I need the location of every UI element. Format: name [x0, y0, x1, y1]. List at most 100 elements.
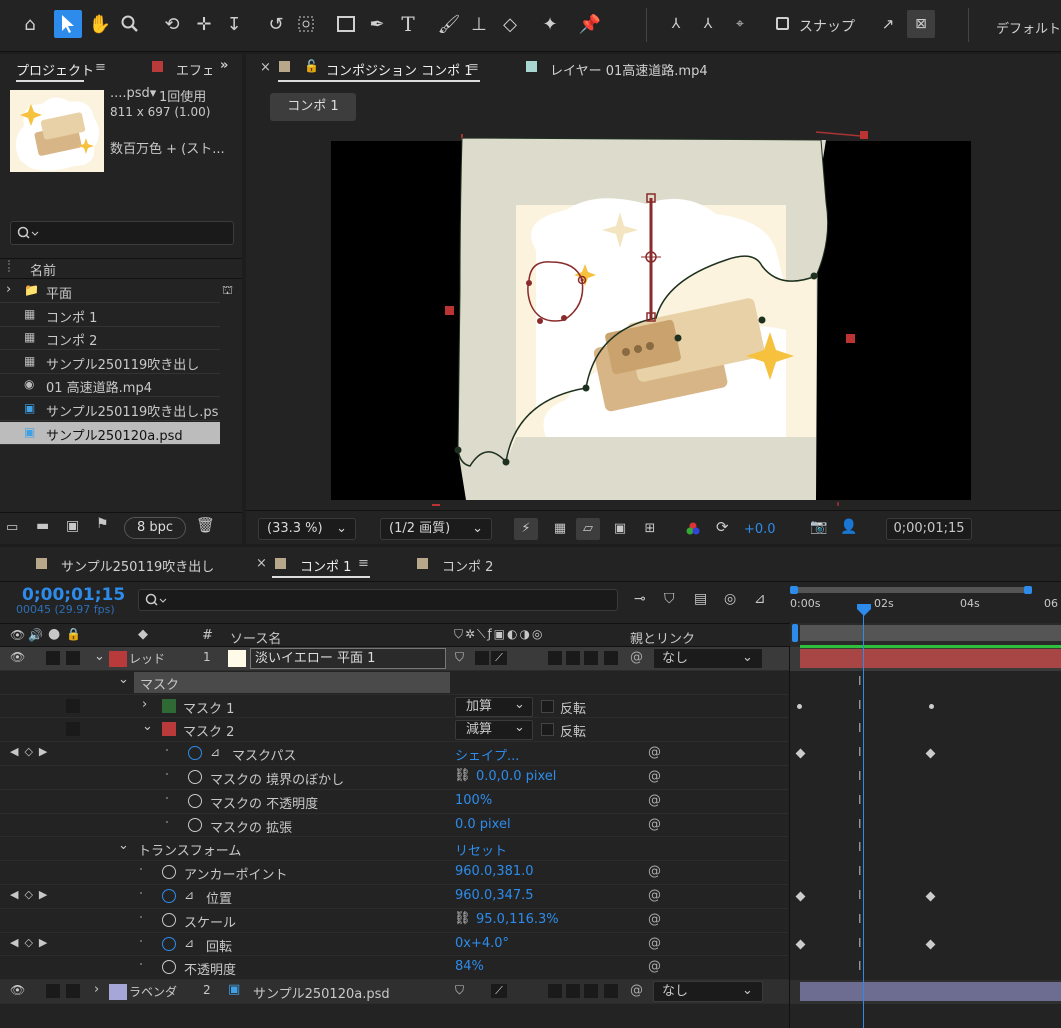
parent-dropdown[interactable]: なし ⌄ [653, 981, 763, 1003]
viewer-canvas[interactable] [246, 130, 1061, 508]
property-value[interactable]: 960.0,381.0 [455, 864, 534, 879]
quality-switch-icon[interactable]: ⟋ [491, 984, 507, 999]
lock-icon[interactable]: 🔓 [304, 59, 319, 73]
chevron-right-icon[interactable]: › [94, 982, 99, 997]
switch-box[interactable] [584, 984, 598, 999]
keyframe-navigator[interactable]: ◀◇▶ [10, 888, 53, 901]
orbit-camera-icon[interactable]: ⟲ [158, 10, 186, 38]
work-area-start[interactable] [792, 624, 798, 642]
roto-brush-tool-icon[interactable]: ✦ [536, 10, 564, 38]
expression-pickwhip-icon[interactable]: @ [648, 959, 661, 974]
stopwatch-icon[interactable] [162, 865, 176, 880]
chevron-down-icon[interactable]: ⌄ [118, 838, 129, 853]
chevron-down-icon[interactable]: ⌄ [142, 719, 153, 734]
hierarchy-icon[interactable]: ⛫ [222, 283, 233, 299]
col-parent[interactable]: 親とリンク [630, 628, 695, 647]
project-item[interactable]: ▣ サンプル250120a.psd [0, 421, 220, 445]
tab-sample-comp[interactable]: サンプル250119吹き出し [61, 556, 214, 575]
keyframe[interactable] [795, 748, 806, 759]
keyframe-dot[interactable] [797, 703, 802, 709]
workspace-label[interactable]: デフォルト [996, 18, 1061, 37]
graph-editor-icon[interactable]: ⊿ [754, 591, 766, 607]
lock-switch[interactable] [66, 722, 80, 737]
timeline-search-input[interactable] [138, 589, 618, 611]
grid-guides-icon[interactable]: ⊞ [638, 518, 662, 540]
panel-menu-icon[interactable]: ≡ [468, 60, 479, 75]
delete-icon[interactable]: 🗑 [196, 516, 215, 534]
switch-box[interactable] [584, 651, 598, 665]
stopwatch-icon[interactable] [162, 912, 176, 927]
column-name-header[interactable]: 名前 [30, 260, 56, 279]
region-of-interest-icon[interactable]: ▣ [608, 518, 632, 540]
pan-behind-tool-icon[interactable] [292, 10, 320, 38]
stopwatch-icon[interactable] [188, 793, 202, 808]
exposure-value[interactable]: +0.0 [744, 522, 776, 537]
mask-feather-row[interactable]: マスクの 境界のぼかし ⛓ 0.0,0.0 pixel @ I [0, 766, 1061, 790]
composition-tab[interactable]: コンポジション コンポ 1 [326, 60, 473, 79]
lock-icon[interactable]: 🔒 [66, 627, 81, 641]
color-channels-icon[interactable] [686, 522, 700, 536]
lock-switch[interactable] [66, 984, 80, 999]
new-folder-icon[interactable]: ▬ [36, 518, 49, 534]
shy-switch-icon[interactable]: ⛉ [455, 983, 464, 998]
property-value[interactable]: 0.0 pixel [455, 817, 511, 832]
expression-pickwhip-icon[interactable]: @ [648, 936, 661, 951]
project-item[interactable]: ▦ コンポ 2 [0, 327, 220, 351]
panel-menu-icon[interactable]: ≡ [358, 556, 369, 571]
mask-opacity-row[interactable]: マスクの 不透明度 100% @ I [0, 790, 1061, 814]
mask-visibility-icon[interactable]: ▱ [576, 518, 600, 540]
panel-menu-icon[interactable]: ≡ [95, 60, 106, 75]
keyframe[interactable] [795, 939, 806, 950]
keyframe[interactable] [925, 939, 936, 950]
eye-icon[interactable]: 👁 [10, 983, 25, 997]
brush-tool-icon[interactable]: 🖌 [435, 10, 463, 38]
stopwatch-icon[interactable] [188, 746, 202, 761]
property-value[interactable]: 95.0,116.3% [476, 912, 559, 927]
transform-reset-link[interactable]: リセット [455, 840, 507, 859]
project-search-input[interactable] [10, 221, 234, 245]
lock-switch[interactable] [66, 698, 80, 713]
parent-dropdown[interactable]: なし ⌄ [653, 648, 763, 669]
link-icon[interactable]: ⛓ [454, 768, 471, 783]
layer-row-1[interactable]: 👁 ⌄ レッド 1 淡いイエロー 平面 1 ⛉ ⟋ @ なし ⌄ [0, 645, 1061, 671]
expression-pickwhip-icon[interactable]: @ [648, 864, 661, 879]
bpc-button[interactable]: 8 bpc [124, 517, 186, 539]
switch-box[interactable] [475, 651, 489, 665]
clone-stamp-tool-icon[interactable]: ⊥ [465, 10, 493, 38]
stopwatch-icon[interactable] [188, 817, 202, 832]
expression-pickwhip-icon[interactable]: @ [648, 888, 661, 903]
keyframe[interactable] [925, 748, 936, 759]
hand-tool-icon[interactable]: ✋ [86, 10, 114, 38]
transparency-grid-icon[interactable]: ▦ [548, 518, 572, 540]
keyframe[interactable] [925, 891, 936, 902]
local-axis-icon[interactable]: ⅄ [662, 10, 690, 38]
parent-pickwhip-icon[interactable]: @ [630, 983, 643, 998]
link-icon[interactable]: ⛓ [454, 911, 471, 926]
chevron-down-icon[interactable]: ⌄ [118, 672, 129, 687]
panel-overflow-icon[interactable]: » [220, 58, 228, 73]
interpret-footage-icon[interactable]: ▭ [6, 520, 18, 535]
property-value[interactable]: 84% [455, 959, 484, 974]
solo-switch[interactable] [46, 651, 60, 665]
label-icon[interactable]: ◆ [138, 627, 148, 642]
scale-row[interactable]: スケール ⛓ 95.0,116.3% @ I [0, 909, 1061, 933]
graph-icon[interactable]: ⊿ [210, 745, 220, 759]
expression-pickwhip-icon[interactable]: @ [648, 817, 661, 832]
opacity-row[interactable]: 不透明度 84% @ I [0, 956, 1061, 981]
switch-box[interactable] [566, 984, 580, 999]
label-color-swatch[interactable] [109, 984, 127, 1001]
dolly-camera-icon[interactable]: ↧ [220, 10, 248, 38]
show-snapshot-icon[interactable]: 👤 [840, 519, 857, 535]
mask-expansion-row[interactable]: マスクの 拡張 0.0 pixel @ I [0, 814, 1061, 838]
fast-previews-icon[interactable]: ⚡ [514, 518, 538, 540]
close-tab-icon[interactable]: × [256, 556, 267, 571]
mask1-row[interactable]: › マスク 1 加算 ⌄ 反転 I [0, 695, 1061, 719]
timeline-divider[interactable] [789, 647, 790, 1028]
rotate-tool-icon[interactable]: ↺ [262, 10, 290, 38]
stopwatch-icon[interactable] [162, 960, 176, 975]
switch-box[interactable] [548, 651, 562, 665]
graph-icon[interactable]: ⊿ [184, 888, 194, 902]
project-item[interactable]: ▦ コンポ 1 [0, 304, 220, 327]
expression-pickwhip-icon[interactable]: @ [648, 769, 661, 784]
tab-comp1[interactable]: コンポ 1 [300, 556, 351, 575]
